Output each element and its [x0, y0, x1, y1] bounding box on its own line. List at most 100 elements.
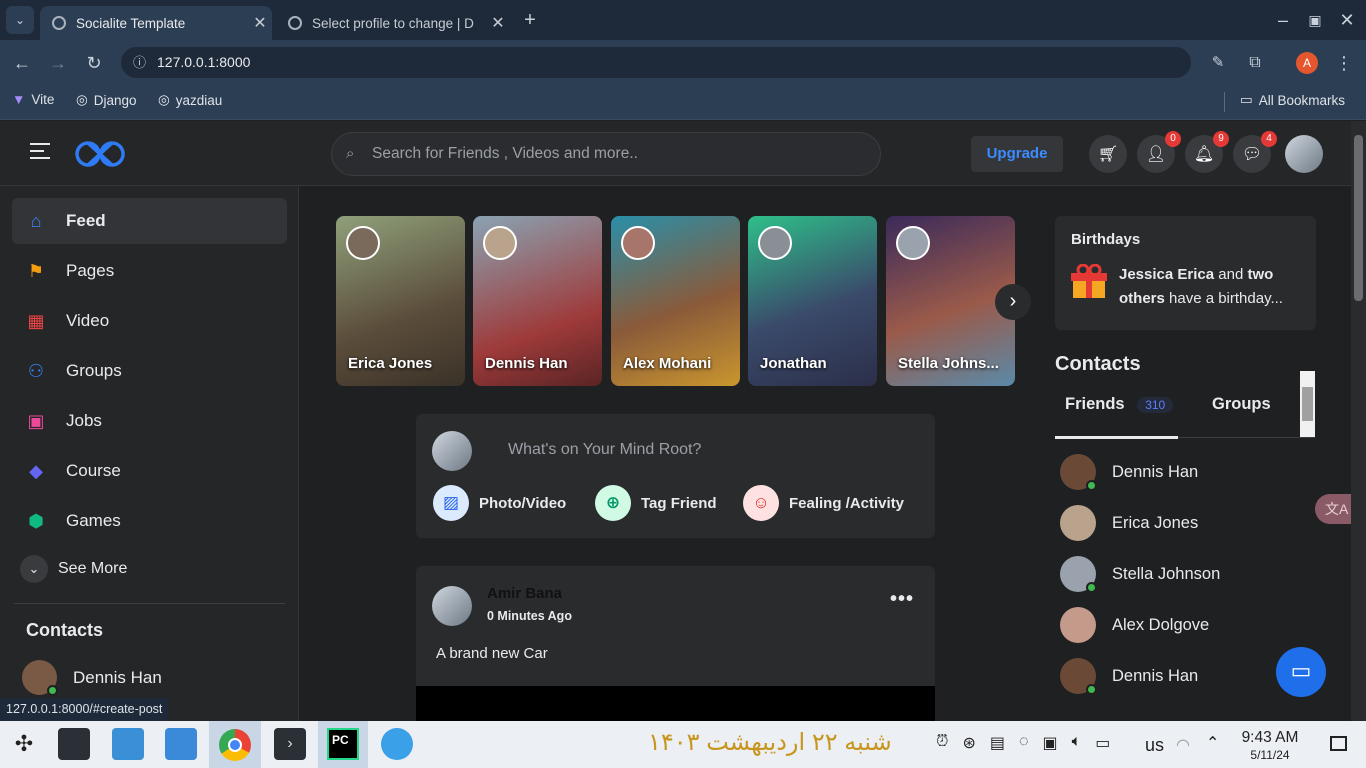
tab-underline: [1055, 436, 1178, 439]
alarm-icon[interactable]: ⏰︎: [936, 733, 948, 753]
logo-icon[interactable]: [68, 137, 132, 171]
globe-icon: ◎: [76, 92, 88, 107]
pycharm-icon: PC: [327, 728, 359, 760]
browser-icon[interactable]: [381, 728, 413, 760]
address-bar[interactable]: ⓘ 127.0.0.1:8000: [121, 47, 1191, 78]
chat-button[interactable]: ▭: [1276, 647, 1326, 697]
tag-friend-button[interactable]: ⊕ Tag Friend: [595, 485, 717, 521]
close-tab-icon[interactable]: ✕: [248, 13, 272, 33]
maximize-button[interactable]: ▣: [1301, 6, 1329, 34]
contact-item[interactable]: Dennis Han: [1060, 658, 1198, 695]
post-time: 0 Minutes Ago: [487, 609, 572, 623]
story-card[interactable]: Erica Jones: [336, 216, 465, 386]
close-tab-icon[interactable]: ✕: [486, 13, 510, 33]
avatar: [1060, 454, 1097, 491]
update-icon[interactable]: ⊛: [962, 733, 975, 753]
chrome-task-active[interactable]: [209, 721, 261, 768]
volume-icon[interactable]: 🔈︎: [1072, 733, 1082, 753]
profile-avatar[interactable]: A: [1296, 52, 1318, 74]
search-input[interactable]: ⌕ Search for Friends , Videos and more..: [331, 132, 881, 176]
globe-icon: [288, 16, 302, 30]
sidebar-item-pages[interactable]: ⚑ Pages: [12, 248, 287, 294]
left-sidebar: ⌂ Feed ⚑ Pages ▦ Video ⚇ Groups ▣ Jobs ◆ Cours…: [0, 186, 299, 721]
avatar: [483, 226, 517, 260]
extensions-icon[interactable]: ⧉: [1241, 49, 1269, 77]
contact-item[interactable]: Dennis Han: [1060, 454, 1198, 491]
tabs-scrollbar[interactable]: [1300, 371, 1315, 437]
site-info-icon[interactable]: ⓘ: [133, 47, 146, 78]
contact-item[interactable]: Erica Jones: [1060, 505, 1198, 541]
reload-icon[interactable]: ↻: [80, 49, 108, 77]
story-card[interactable]: Jonathan: [748, 216, 877, 386]
notifications-button[interactable]: 🔔︎ 9: [1185, 131, 1229, 173]
hamburger-icon[interactable]: [30, 143, 50, 161]
more-options-icon[interactable]: •••: [890, 588, 914, 611]
create-post-card: What's on Your Mind Root? ▨ Photo/Video ⊕…: [416, 414, 935, 538]
clock-time[interactable]: 9:43 AM: [1230, 729, 1310, 747]
feeling-activity-button[interactable]: ☺ Fealing /Activity: [743, 485, 904, 521]
tab-friends[interactable]: Friends 310: [1065, 395, 1174, 414]
store-icon[interactable]: [112, 728, 144, 760]
contact-item[interactable]: Stella Johnson: [1060, 556, 1220, 593]
avatar: [896, 226, 930, 260]
taskbar: ✣ › PC شنبه ۲۲ اردیبهشت ۱۴۰۳ ⏰︎ ⊛ ▤ ◌ ▣ …: [0, 721, 1366, 768]
close-window-button[interactable]: ✕: [1333, 6, 1361, 34]
post-input[interactable]: What's on Your Mind Root?: [508, 441, 701, 459]
tab-select-profile[interactable]: Select profile to change | D ✕: [276, 6, 510, 40]
tab-groups[interactable]: Groups: [1212, 395, 1271, 414]
birthdays-title: Birthdays: [1071, 231, 1141, 248]
bookmark-yazdiau[interactable]: ◎ yazdiau: [158, 92, 222, 108]
clipboard-icon[interactable]: ▤: [990, 733, 1005, 753]
bulb-icon[interactable]: ◌: [1019, 733, 1029, 753]
chevron-up-icon[interactable]: ⌃: [1206, 733, 1219, 753]
sidebar-item-course[interactable]: ◆ Course: [12, 448, 287, 494]
cart-button[interactable]: 🛒︎: [1089, 135, 1127, 173]
upgrade-button[interactable]: Upgrade: [971, 136, 1063, 172]
top-navigation: ⌕ Search for Friends , Videos and more..…: [0, 121, 1351, 186]
messages-button[interactable]: 💬︎ 4: [1233, 131, 1277, 173]
story-card[interactable]: Alex Mohani: [611, 216, 740, 386]
add-user-icon: ⊕: [595, 485, 631, 521]
sidebar-item-feed[interactable]: ⌂ Feed: [12, 198, 287, 244]
all-bookmarks[interactable]: ▭ All Bookmarks: [1240, 92, 1345, 108]
photo-video-button[interactable]: ▨ Photo/Video: [433, 485, 566, 521]
tab-search-icon[interactable]: ⌄: [6, 6, 34, 34]
terminal-icon[interactable]: ›: [274, 728, 306, 760]
see-more-button[interactable]: ⌄ See More: [8, 546, 283, 592]
user-avatar[interactable]: [1285, 135, 1323, 173]
wifi-icon[interactable]: ◠: [1176, 735, 1190, 755]
page-scrollbar[interactable]: [1351, 121, 1366, 721]
tab-socialite[interactable]: Socialite Template ✕: [40, 6, 272, 40]
forward-icon[interactable]: →: [44, 49, 72, 77]
pycharm-task[interactable]: PC: [318, 721, 368, 768]
friend-requests-button[interactable]: 👤︎ 0: [1137, 131, 1181, 173]
settings-icon[interactable]: [58, 728, 90, 760]
drive-icon[interactable]: ▣: [1043, 733, 1058, 753]
minimize-button[interactable]: –: [1269, 6, 1297, 34]
sidebar-item-games[interactable]: ⬢ Games: [12, 498, 287, 544]
menu-icon[interactable]: ⋮: [1330, 49, 1358, 77]
bell-icon: 🔔︎: [1193, 146, 1215, 163]
flag-icon: ⚑: [27, 260, 45, 281]
story-card[interactable]: Dennis Han: [473, 216, 602, 386]
bookmark-django[interactable]: ◎ Django: [76, 92, 137, 108]
sidebar-item-groups[interactable]: ⚇ Groups: [12, 348, 287, 394]
show-desktop-icon[interactable]: [1330, 736, 1347, 751]
sidebar-item-video[interactable]: ▦ Video: [12, 298, 287, 344]
post-author[interactable]: Amir Bana: [487, 585, 562, 602]
app-launcher-icon[interactable]: ✣: [8, 728, 40, 760]
keyboard-layout[interactable]: us: [1145, 735, 1164, 756]
bookmark-vite[interactable]: ▼ Vite: [12, 92, 54, 107]
folder-icon[interactable]: [165, 728, 197, 760]
contact-item[interactable]: Alex Dolgove: [1060, 607, 1209, 643]
cube-icon: ⬢: [28, 510, 44, 531]
sidebar-contact[interactable]: Dennis Han: [22, 660, 162, 696]
sidebar-item-jobs[interactable]: ▣ Jobs: [12, 398, 287, 444]
edit-icon[interactable]: ✎: [1204, 49, 1232, 77]
system-tray: ⏰︎ ⊛ ▤ ◌ ▣ 🔈︎ ▭: [936, 733, 1110, 753]
display-icon[interactable]: ▭: [1095, 733, 1110, 753]
translate-icon[interactable]: 文A: [1315, 494, 1351, 524]
back-icon[interactable]: ←: [8, 49, 36, 77]
new-tab-button[interactable]: +: [516, 6, 544, 34]
stories-next-button[interactable]: ›: [995, 284, 1031, 320]
